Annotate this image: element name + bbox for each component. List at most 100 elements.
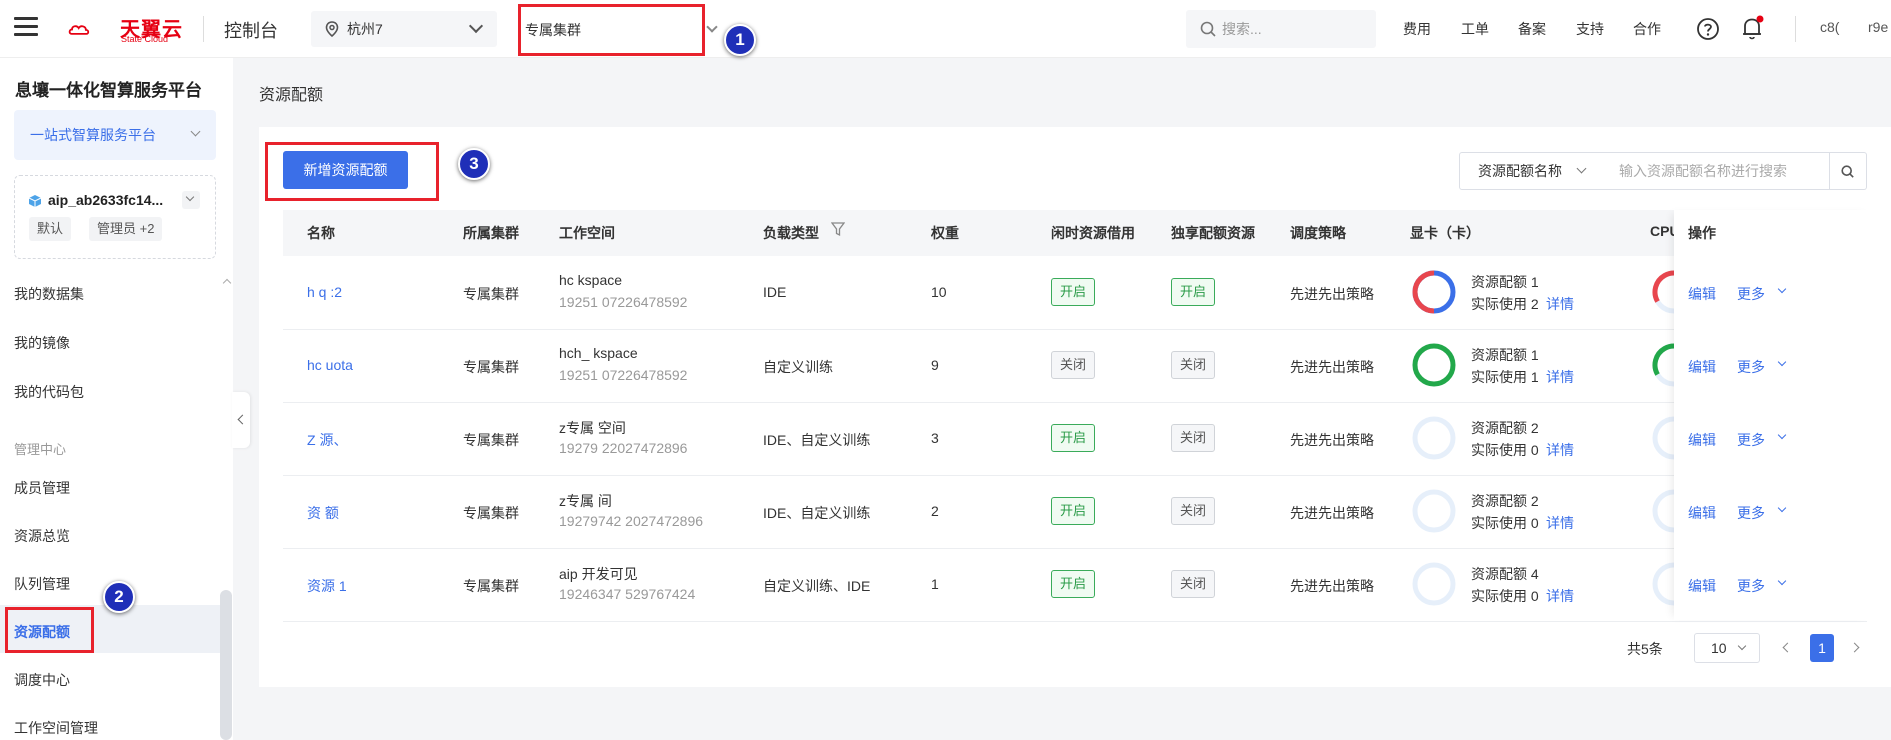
row-policy: 先进先出策略 [1290,432,1374,448]
row-gpu-used: 实际使用 0 [1471,515,1539,531]
global-search-input[interactable]: 搜索... [1186,10,1376,48]
row-exclusive-status: 关闭 [1171,497,1216,525]
chevron-down-icon [190,126,201,137]
row-detail-link[interactable]: 详情 [1546,367,1574,387]
row-gpu-quota: 资源配额 2 [1471,420,1539,436]
page-number-1[interactable]: 1 [1810,634,1834,662]
row-detail-link[interactable]: 详情 [1546,586,1574,606]
brand-subtitle: State Cloud [121,34,169,44]
annotation-badge-2: 2 [103,581,135,613]
sidebar-item-members[interactable]: 成员管理 [14,478,70,498]
col-cluster: 所属集群 [463,225,519,241]
col-load-type: 负载类型 [763,225,819,241]
row-more-menu[interactable]: 更多 [1737,284,1765,304]
region-select[interactable]: 杭州7 [311,11,497,47]
account-expand-button[interactable] [182,191,200,209]
row-detail-link[interactable]: 详情 [1546,294,1574,314]
row-detail-link[interactable]: 详情 [1546,440,1574,460]
row-exclusive-status: 关闭 [1171,351,1216,379]
account-name[interactable]: aip_ab2633fc14... [48,192,163,208]
row-more-menu[interactable]: 更多 [1737,357,1765,377]
row-workspace-id: 19279742 2027472896 [559,513,704,529]
row-edit-link[interactable]: 编辑 [1688,430,1716,450]
row-weight: 1 [931,576,939,592]
page-size-select[interactable]: 10 [1694,633,1760,663]
col-policy: 调度策略 [1290,225,1346,241]
row-gpu-used: 实际使用 2 [1471,296,1539,312]
chevron-down-icon [185,192,195,202]
tag-role: 管理员 +2 [89,217,163,241]
platform-select[interactable]: 一站式智算服务平台 [14,110,216,160]
gpu-usage-ring [1412,489,1456,533]
row-name-link[interactable]: h q :2 [307,284,342,300]
row-name-link[interactable]: 资源 1 [307,576,347,596]
search-icon [1200,21,1216,37]
row-edit-link[interactable]: 编辑 [1688,357,1716,377]
nav-fees[interactable]: 费用 [1403,19,1431,39]
help-icon[interactable] [1696,17,1720,41]
cube-icon [28,195,42,207]
filter-icon[interactable] [831,222,845,237]
bell-icon[interactable] [1740,15,1764,41]
row-workspace-name: hc kspace [559,272,623,288]
row-workspace-id: 19246347 529767424 [559,586,696,602]
sidebar-item-datasets[interactable]: 我的数据集 [14,284,84,304]
filter-search-input[interactable] [1604,152,1830,190]
row-weight: 10 [931,284,947,300]
row-load-type: IDE、自定义训练 [763,432,871,448]
chevron-down-icon [468,18,484,34]
row-workspace-id: 19279 22027472896 [559,440,688,456]
row-workspace-id: 19251 07226478592 [559,367,688,383]
row-weight: 3 [931,430,939,446]
row-policy: 先进先出策略 [1290,286,1374,302]
platform-title: 息壤一体化智算服务平台 [15,81,202,100]
row-gpu-used: 实际使用 0 [1471,442,1539,458]
annotation-box-3 [265,142,439,201]
tag-default: 默认 [29,217,72,241]
filter-field-select[interactable]: 资源配额名称 [1459,152,1605,190]
pagination-total: 共5条 [1627,641,1663,657]
row-name-link[interactable]: 资 额 [307,503,339,523]
hamburger-menu-icon[interactable] [14,17,38,39]
chevron-down-icon [1576,163,1587,174]
row-load-type: 自定义训练 [763,359,833,375]
console-title[interactable]: 控制台 [224,17,278,43]
row-cluster: 专属集群 [463,432,519,448]
row-edit-link[interactable]: 编辑 [1688,503,1716,523]
row-edit-link[interactable]: 编辑 [1688,284,1716,304]
user-account-extra[interactable]: r9e [1868,19,1888,35]
sidebar-collapse-button[interactable] [232,392,250,448]
row-name-link[interactable]: hc uota [307,357,353,373]
sidebar-item-code-packages[interactable]: 我的代码包 [14,382,84,402]
sidebar-item-queues[interactable]: 队列管理 [14,574,70,594]
header-divider [1795,16,1796,42]
nav-support[interactable]: 支持 [1576,19,1604,39]
nav-filing[interactable]: 备案 [1518,19,1546,39]
row-idle-borrow-status: 关闭 [1051,351,1096,379]
row-workspace-name: z专属 空间 [559,420,626,436]
nav-cooperation[interactable]: 合作 [1633,19,1661,39]
row-policy: 先进先出策略 [1290,578,1374,594]
row-more-menu[interactable]: 更多 [1737,430,1765,450]
sidebar-item-scheduling[interactable]: 调度中心 [14,670,70,690]
row-detail-link[interactable]: 详情 [1546,513,1574,533]
row-more-menu[interactable]: 更多 [1737,576,1765,596]
col-workspace: 工作空间 [559,225,615,241]
row-policy: 先进先出策略 [1290,359,1374,375]
sidebar-item-workspaces[interactable]: 工作空间管理 [14,718,98,738]
row-name-link[interactable]: Z 源、 [307,430,347,450]
gpu-usage-ring [1412,416,1456,460]
col-idle-borrow: 闲时资源借用 [1051,225,1135,241]
filter-search-button[interactable] [1829,152,1867,190]
sidebar-item-resource-overview[interactable]: 资源总览 [14,526,70,546]
sidebar-scrollbar[interactable] [220,590,232,740]
user-account[interactable]: c8( [1820,19,1839,35]
annotation-badge-3: 3 [458,148,490,180]
row-more-menu[interactable]: 更多 [1737,503,1765,523]
row-edit-link[interactable]: 编辑 [1688,576,1716,596]
sidebar-item-images[interactable]: 我的镜像 [14,333,70,353]
col-weight: 权重 [931,225,959,241]
search-placeholder: 搜索... [1222,21,1262,37]
filter-field-label: 资源配额名称 [1478,163,1562,179]
nav-tickets[interactable]: 工单 [1461,19,1489,39]
